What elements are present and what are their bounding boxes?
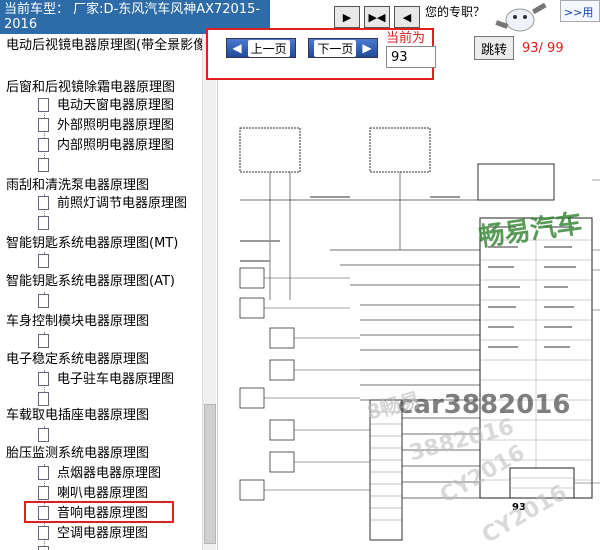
sidebar-item[interactable]: 前照灯调节电器原理图 (38, 194, 187, 214)
document-icon (38, 545, 49, 550)
sidebar-item[interactable] (38, 214, 57, 234)
help-link[interactable]: >>用 (560, 0, 600, 22)
relay-box (239, 127, 301, 173)
sidebar-item-label: 电动后视镜电器原理图(带全景影像 (6, 38, 207, 53)
promo-text: 您的专职？ (425, 5, 486, 19)
page-number-input[interactable] (386, 46, 436, 68)
connector-box (477, 163, 555, 201)
sidebar-item[interactable] (38, 292, 57, 312)
selected-item-highlight (24, 501, 174, 523)
sidebar-item[interactable] (38, 156, 57, 176)
document-icon (38, 485, 49, 500)
document-icon (38, 391, 49, 406)
sidebar-item[interactable]: 电动后视镜电器原理图(带全景影像 (6, 36, 206, 56)
sidebar-item-label: 胎压监测系统电器原理图 (6, 446, 150, 461)
sidebar-item-label: 雨刮和清洗泵电器原理图 (6, 178, 150, 193)
jump-button[interactable]: 跳转 (474, 36, 514, 60)
sidebar-item[interactable]: 后窗和后视镜除霜电器原理图 (6, 78, 175, 98)
sidebar-item[interactable] (38, 544, 57, 550)
prev-arrow-button[interactable]: ◀ (394, 6, 420, 28)
sidebar-item-label: 外部照明电器原理图 (57, 118, 175, 133)
sidebar-item[interactable]: 电子稳定系统电器原理图 (6, 350, 149, 370)
sidebar-item[interactable]: 电子驻车电器原理图 (38, 370, 174, 390)
relay-box (369, 127, 431, 173)
sidebar-item-label: 车载取电插座电器原理图 (6, 408, 150, 423)
sidebar-item[interactable]: 外部照明电器原理图 (38, 116, 174, 136)
sidebar-item-label: 点烟器电器原理图 (57, 466, 162, 481)
sidebar-item[interactable]: 点烟器电器原理图 (38, 464, 161, 484)
prev-page-button[interactable]: ◀ 上一页 (226, 38, 296, 58)
sidebar-item-label: 智能钥匙系统电器原理图(AT) (6, 274, 175, 289)
sidebar-item[interactable] (38, 426, 57, 446)
sidebar-item-label: 电动天窗电器原理图 (57, 98, 175, 113)
document-icon (38, 333, 49, 348)
sidebar-item[interactable]: 空调电器原理图 (38, 524, 148, 544)
next-page-button[interactable]: 下一页 ▶ (308, 38, 378, 58)
sidebar-scrollbar[interactable] (202, 34, 216, 550)
document-icon (38, 371, 49, 386)
sidebar-item-label: 喇叭电器原理图 (57, 486, 149, 501)
sidebar-item[interactable] (38, 332, 57, 352)
sidebar-tree: 电动后视镜电器原理图(带全景影像 后窗和后视镜除霜电器原理图电动天窗电器原理图 外部… (0, 34, 218, 550)
document-icon (38, 427, 49, 442)
sidebar-item-label: 后窗和后视镜除霜电器原理图 (6, 80, 176, 95)
skip-icon: ▶◀ (368, 10, 386, 24)
sidebar-item-label: 前照灯调节电器原理图 (57, 196, 188, 211)
scroll-thumb[interactable] (204, 404, 216, 544)
document-icon (38, 465, 49, 480)
back-icon: ◀ (402, 10, 412, 24)
current-page-label: 当前为 (386, 31, 426, 46)
sidebar-item[interactable]: 智能钥匙系统电器原理图(MT) (6, 234, 178, 254)
sidebar-item[interactable]: 车身控制模块电器原理图 (6, 312, 149, 332)
document-icon (38, 157, 49, 172)
sidebar-item-label: 空调电器原理图 (57, 526, 149, 541)
sidebar-item[interactable]: 车载取电插座电器原理图 (6, 406, 149, 426)
right-triangle-icon: ▶ (362, 41, 372, 55)
sidebar-item[interactable]: 内部照明电器原理图 (38, 136, 174, 156)
sidebar-item[interactable]: 电动天窗电器原理图 (38, 96, 174, 116)
sidebar-item-label: 电子驻车电器原理图 (57, 372, 175, 387)
wiring-diagram: 93 (239, 127, 600, 541)
mascot-icon (495, 2, 547, 32)
watermark-car: car3882016 (398, 390, 571, 420)
sidebar-item[interactable]: 智能钥匙系统电器原理图(AT) (6, 272, 175, 292)
document-icon (38, 253, 49, 268)
sidebar-item-label: 车身控制模块电器原理图 (6, 314, 150, 329)
document-icon (38, 97, 49, 112)
sidebar-item-label: 智能钥匙系统电器原理图(MT) (6, 236, 179, 251)
page-count: 93/ 99 (522, 41, 564, 56)
prev-page-label: 上一页 (247, 39, 290, 57)
document-icon (38, 137, 49, 152)
document-icon (38, 117, 49, 132)
left-triangle-icon: ◀ (232, 41, 242, 55)
document-icon (38, 525, 49, 540)
sidebar-item-label: 电子稳定系统电器原理图 (6, 352, 150, 367)
next-arrow-button[interactable]: ▶ (334, 6, 360, 28)
document-icon (38, 215, 49, 230)
document-icon (38, 293, 49, 308)
fast-forward-button[interactable]: ▶◀ (364, 6, 390, 28)
play-icon: ▶ (342, 10, 352, 24)
document-icon (38, 195, 49, 210)
sidebar-item-label: 内部照明电器原理图 (57, 138, 175, 153)
sidebar-item[interactable]: 雨刮和清洗泵电器原理图 (6, 176, 149, 196)
sidebar-item[interactable] (38, 252, 57, 272)
sidebar-item[interactable]: 胎压监测系统电器原理图 (6, 444, 149, 464)
next-page-label: 下一页 (314, 39, 357, 57)
